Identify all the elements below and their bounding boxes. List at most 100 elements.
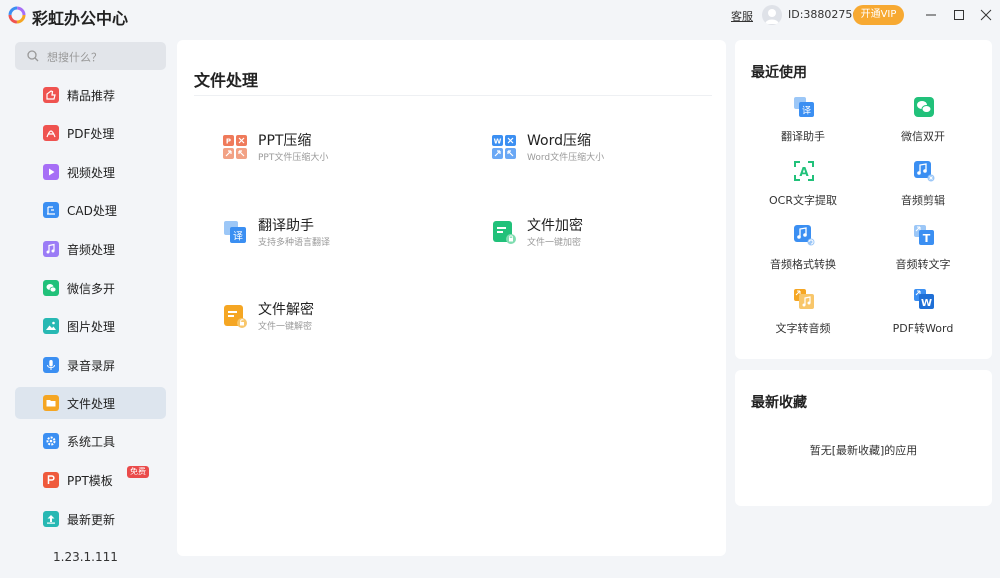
rainbow-logo-icon bbox=[8, 6, 26, 24]
file-decrypt-icon bbox=[224, 305, 247, 328]
sidebar-item-audio[interactable]: 音频处理 bbox=[15, 233, 166, 265]
recent-title: 最近使用 bbox=[751, 65, 807, 81]
sidebar-item-label: 微信多开 bbox=[67, 282, 116, 296]
recent-item-label: 翻译助手 bbox=[781, 130, 825, 143]
tool-name: 翻译助手 bbox=[258, 218, 314, 234]
wechat-icon bbox=[43, 280, 59, 296]
sidebar-item-label: 录音录屏 bbox=[67, 359, 116, 373]
recent-item-label: 音频格式转换 bbox=[770, 258, 836, 271]
tool-file-decrypt[interactable]: 文件解密 文件一键解密 bbox=[222, 299, 442, 341]
favorites-title: 最新收藏 bbox=[751, 395, 807, 411]
svg-text:译: 译 bbox=[233, 231, 243, 243]
sidebar: 想搜什么？ 精品推荐 PDF处理 视频处理 CAD处理 音频处理 微信多开 图片… bbox=[0, 30, 176, 578]
sidebar-item-label: CAD处理 bbox=[67, 204, 117, 218]
upload-icon bbox=[43, 511, 59, 527]
ocr-icon: A bbox=[794, 161, 814, 181]
ppt-template-icon bbox=[43, 472, 59, 488]
sidebar-item-label: 最新更新 bbox=[67, 513, 116, 527]
word-compress-icon: W bbox=[492, 135, 516, 159]
close-icon bbox=[980, 9, 992, 21]
sidebar-item-video[interactable]: 视频处理 bbox=[15, 156, 166, 188]
search-input[interactable]: 想搜什么？ bbox=[15, 42, 166, 70]
translate-icon: 译 bbox=[224, 221, 246, 243]
version-label: 1.23.1.111 bbox=[53, 550, 118, 564]
folder-icon bbox=[43, 395, 59, 411]
sidebar-item-recording[interactable]: 录音录屏 bbox=[15, 349, 166, 381]
tool-ppt-compress[interactable]: P PPT压缩 PPT文件压缩大小 bbox=[222, 130, 442, 172]
svg-text:P: P bbox=[226, 138, 231, 146]
sidebar-item-file[interactable]: 文件处理 bbox=[15, 387, 166, 419]
customer-service-link[interactable]: 客服 bbox=[731, 8, 753, 24]
microphone-icon bbox=[43, 357, 59, 373]
pdf-to-word-icon: W bbox=[914, 289, 934, 309]
tool-name: PPT压缩 bbox=[258, 133, 312, 149]
recent-item-audio-cut[interactable]: 音频剪辑 bbox=[868, 160, 978, 210]
sidebar-item-system-tools[interactable]: 系统工具 bbox=[15, 425, 166, 457]
recent-item-text-to-audio[interactable]: 文字转音频 bbox=[748, 288, 858, 338]
sidebar-item-label: 文件处理 bbox=[67, 397, 116, 411]
sidebar-item-cad[interactable]: CAD处理 bbox=[15, 194, 166, 226]
sidebar-item-label: 音频处理 bbox=[67, 243, 116, 257]
tool-desc: 文件一键解密 bbox=[258, 322, 313, 332]
empty-favorites-text: 暂无[最新收藏]的应用 bbox=[809, 444, 918, 457]
svg-text:A: A bbox=[799, 165, 809, 179]
recent-item-label: 音频剪辑 bbox=[901, 194, 945, 207]
free-badge: 免费 bbox=[127, 466, 149, 478]
search-icon bbox=[27, 50, 39, 62]
tool-name: 文件加密 bbox=[527, 218, 583, 234]
tool-file-encrypt[interactable]: 文件加密 文件一键加密 bbox=[491, 215, 711, 257]
tool-name: Word压缩 bbox=[527, 133, 591, 149]
audio-cut-icon bbox=[914, 161, 935, 182]
tool-word-compress[interactable]: W Word压缩 Word文件压缩大小 bbox=[491, 130, 711, 172]
maximize-icon bbox=[954, 10, 964, 20]
svg-text:W: W bbox=[921, 298, 932, 309]
image-icon bbox=[43, 318, 59, 334]
play-icon bbox=[43, 164, 59, 180]
tool-desc: PPT文件压缩大小 bbox=[258, 153, 329, 163]
page-title: 文件处理 bbox=[194, 71, 259, 90]
sidebar-item-recommended[interactable]: 精品推荐 bbox=[15, 79, 166, 111]
tool-name: 文件解密 bbox=[258, 302, 314, 318]
tool-desc: 文件一键加密 bbox=[527, 238, 582, 248]
recent-item-ocr[interactable]: A OCR文字提取 bbox=[748, 160, 858, 210]
sidebar-item-updates[interactable]: 最新更新 bbox=[15, 503, 166, 535]
gear-icon bbox=[43, 433, 59, 449]
search-placeholder: 想搜什么？ bbox=[47, 51, 102, 64]
recent-item-audio-to-text[interactable]: T 音频转文字 bbox=[868, 224, 978, 274]
divider bbox=[194, 95, 712, 96]
open-vip-button[interactable]: 开通VIP bbox=[853, 5, 904, 25]
svg-text:译: 译 bbox=[802, 106, 811, 117]
sidebar-item-label: 视频处理 bbox=[67, 166, 116, 180]
translate-icon: 译 bbox=[794, 97, 814, 117]
minimize-button[interactable] bbox=[920, 4, 942, 26]
audio-convert-icon bbox=[794, 225, 815, 246]
recent-panel: 最近使用 译 翻译助手 微信双开 A OCR文字提取 音频剪辑 音频格式转换 T… bbox=[735, 40, 992, 359]
audio-to-text-icon: T bbox=[914, 225, 934, 245]
recent-item-label: PDF转Word bbox=[892, 322, 954, 335]
close-button[interactable] bbox=[975, 4, 997, 26]
recent-item-wechat[interactable]: 微信双开 bbox=[868, 96, 978, 146]
main-panel: 文件处理 P PPT压缩 PPT文件压缩大小 W Word压缩 Word文件压缩 bbox=[177, 40, 726, 556]
sidebar-item-image[interactable]: 图片处理 bbox=[15, 310, 166, 342]
app-title: 彩虹办公中心 bbox=[32, 9, 129, 28]
sidebar-item-label: 系统工具 bbox=[67, 435, 116, 449]
tool-translate[interactable]: 译 翻译助手 支持多种语言翻译 bbox=[222, 215, 442, 257]
sidebar-item-wechat[interactable]: 微信多开 bbox=[15, 272, 166, 304]
tool-desc: 支持多种语言翻译 bbox=[258, 238, 331, 248]
sidebar-item-label: PDF处理 bbox=[67, 127, 115, 141]
avatar[interactable] bbox=[762, 5, 782, 25]
music-icon bbox=[43, 241, 59, 257]
title-bar: 彩虹办公中心 客服 ID:38802756 开通VIP bbox=[0, 0, 1000, 30]
sidebar-item-ppt-template[interactable]: PPT模板 免费 bbox=[15, 464, 166, 496]
recent-item-pdf-to-word[interactable]: W PDF转Word bbox=[868, 288, 978, 338]
maximize-button[interactable] bbox=[948, 4, 970, 26]
user-icon bbox=[765, 9, 779, 24]
recent-item-audio-convert[interactable]: 音频格式转换 bbox=[748, 224, 858, 274]
text-to-audio-icon bbox=[794, 289, 814, 309]
recent-item-translate[interactable]: 译 翻译助手 bbox=[748, 96, 858, 146]
sidebar-item-pdf[interactable]: PDF处理 bbox=[15, 117, 166, 149]
thumbs-up-icon bbox=[43, 87, 59, 103]
favorites-panel: 最新收藏 暂无[最新收藏]的应用 bbox=[735, 370, 992, 506]
ppt-compress-icon: P bbox=[223, 135, 247, 159]
cad-icon bbox=[43, 202, 59, 218]
